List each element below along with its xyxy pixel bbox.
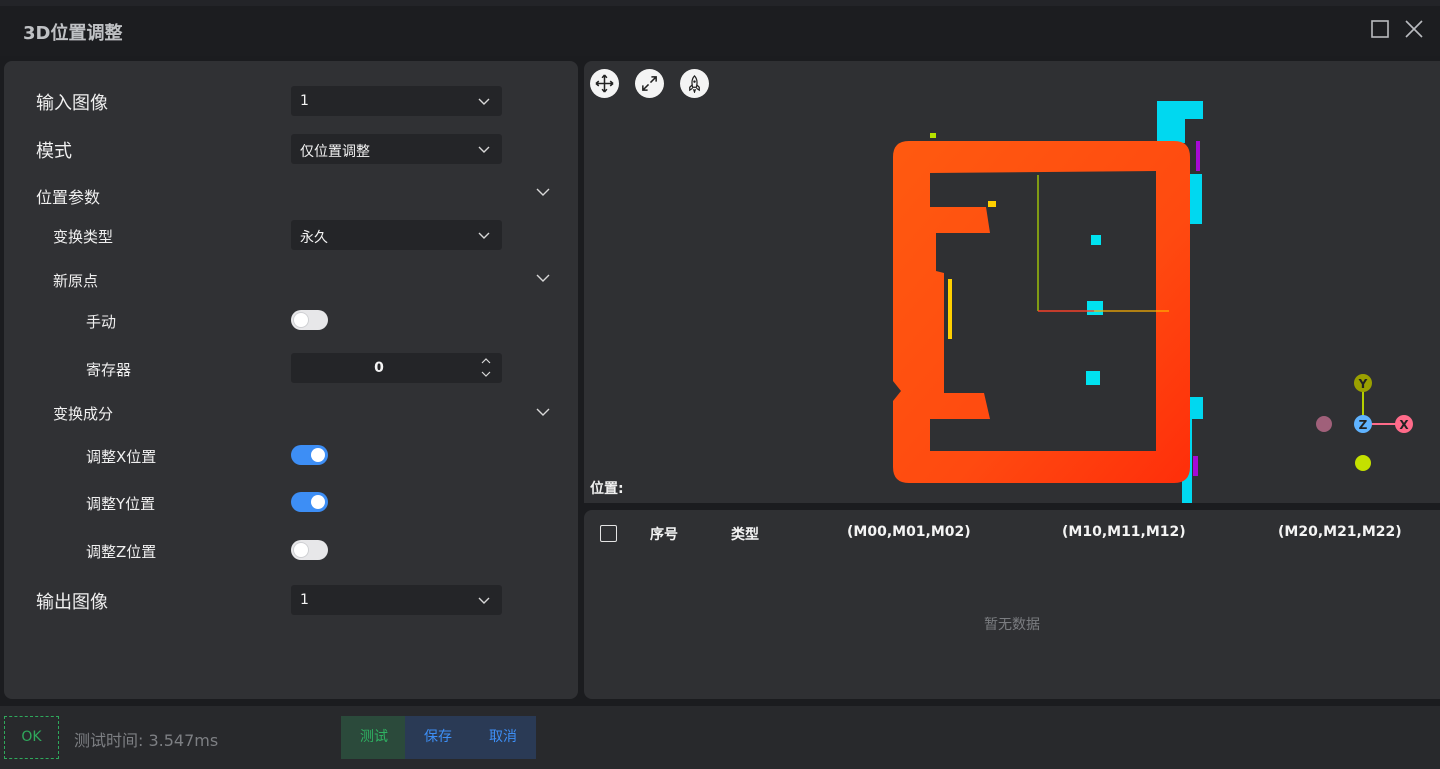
cloud-magenta [1196, 141, 1200, 171]
title-bar: 3D位置调整 [0, 0, 1440, 56]
output-image-value: 1 [300, 592, 309, 608]
chevron-down-icon [478, 146, 490, 153]
transform-components-label: 变换成分 [53, 405, 114, 423]
cloud-yellow [988, 201, 996, 207]
adjust-x-toggle[interactable] [291, 445, 328, 465]
cloud-wall [893, 141, 1190, 483]
manual-label: 手动 [86, 313, 117, 331]
adjust-y-toggle[interactable] [291, 492, 328, 512]
toggle-knob [294, 313, 308, 327]
adjust-z-toggle[interactable] [291, 540, 328, 560]
adjust-y-label: 调整Y位置 [86, 495, 156, 513]
parameter-panel: 输入图像 1 模式 仅位置调整 位置参数 变换类型 永久 新原点 手动 寄存器 … [4, 61, 578, 699]
column-header-row2[interactable]: (M20,M21,M22) [1278, 524, 1402, 540]
cloud-cyan [1087, 301, 1103, 315]
transform-type-value: 永久 [300, 230, 328, 246]
toggle-knob [311, 495, 325, 509]
transform-type-label: 变换类型 [53, 228, 114, 246]
column-header-row0[interactable]: (M00,M01,M02) [847, 524, 971, 540]
save-button[interactable]: 保存 [405, 716, 471, 759]
test-button[interactable]: 测试 [341, 716, 407, 759]
mode-value: 仅位置调整 [300, 144, 370, 160]
chevron-down-icon [478, 597, 490, 604]
input-image-value: 1 [300, 93, 309, 109]
3d-viewer[interactable]: Y X Z 位置: [584, 61, 1440, 503]
gizmo-y-label: Y [1358, 377, 1368, 391]
empty-table-text: 暂无数据 [984, 617, 1040, 633]
footer-bar: OK 测试时间: 3.547ms 测试 保存 取消 [0, 706, 1440, 769]
column-header-row1[interactable]: (M10,M11,M12) [1062, 524, 1186, 540]
gizmo-z-label: Z [1359, 418, 1368, 432]
adjust-x-label: 调整X位置 [86, 448, 157, 466]
cloud-yellow [948, 279, 952, 339]
cancel-button[interactable]: 取消 [470, 716, 536, 759]
cloud-cyan [1188, 174, 1202, 224]
top-strip [0, 0, 1440, 6]
register-input[interactable]: 0 [291, 353, 502, 383]
transform-type-select[interactable]: 永久 [291, 220, 502, 250]
cloud-magenta [1193, 456, 1198, 476]
cloud-cyan [1091, 235, 1101, 245]
window-title: 3D位置调整 [23, 23, 123, 44]
point-cloud-canvas: Y X Z [893, 101, 1413, 503]
gizmo-x-label: X [1399, 418, 1409, 432]
cloud-cyan [1157, 119, 1185, 143]
register-label: 寄存器 [86, 361, 132, 379]
mode-label: 模式 [36, 141, 72, 162]
status-badge: OK [4, 716, 59, 759]
manual-toggle[interactable] [291, 310, 328, 330]
close-icon[interactable] [1403, 18, 1425, 40]
output-image-select[interactable]: 1 [291, 585, 502, 615]
chevron-down-icon [478, 232, 490, 239]
input-image-select[interactable]: 1 [291, 86, 502, 116]
cloud-cyan [1157, 101, 1203, 119]
new-origin-label: 新原点 [53, 272, 99, 290]
chevron-down-icon [478, 98, 490, 105]
collapse-chevron-icon[interactable] [536, 185, 550, 199]
toggle-knob [311, 448, 325, 462]
adjust-z-label: 调整Z位置 [86, 543, 157, 561]
cloud-cyan [1086, 371, 1100, 385]
output-image-label: 输出图像 [36, 592, 108, 613]
collapse-chevron-icon[interactable] [536, 405, 550, 419]
register-value: 0 [374, 360, 384, 376]
matrix-table: 序号 类型 (M00,M01,M02) (M10,M11,M12) (M20,M… [584, 510, 1440, 699]
column-header-index[interactable]: 序号 [650, 524, 678, 544]
toggle-knob [294, 543, 308, 557]
input-image-label: 输入图像 [36, 93, 108, 114]
position-readout: 位置: [590, 481, 624, 497]
maximize-icon[interactable] [1369, 18, 1391, 40]
cloud-yellow [930, 133, 936, 138]
select-all-checkbox[interactable] [600, 525, 617, 542]
collapse-chevron-icon[interactable] [536, 271, 550, 285]
column-header-type[interactable]: 类型 [731, 524, 759, 544]
position-params-label: 位置参数 [36, 188, 101, 207]
step-down-icon[interactable] [480, 369, 492, 379]
test-time-text: 测试时间: 3.547ms [74, 731, 219, 750]
mode-select[interactable]: 仅位置调整 [291, 134, 502, 164]
step-up-icon[interactable] [480, 356, 492, 366]
